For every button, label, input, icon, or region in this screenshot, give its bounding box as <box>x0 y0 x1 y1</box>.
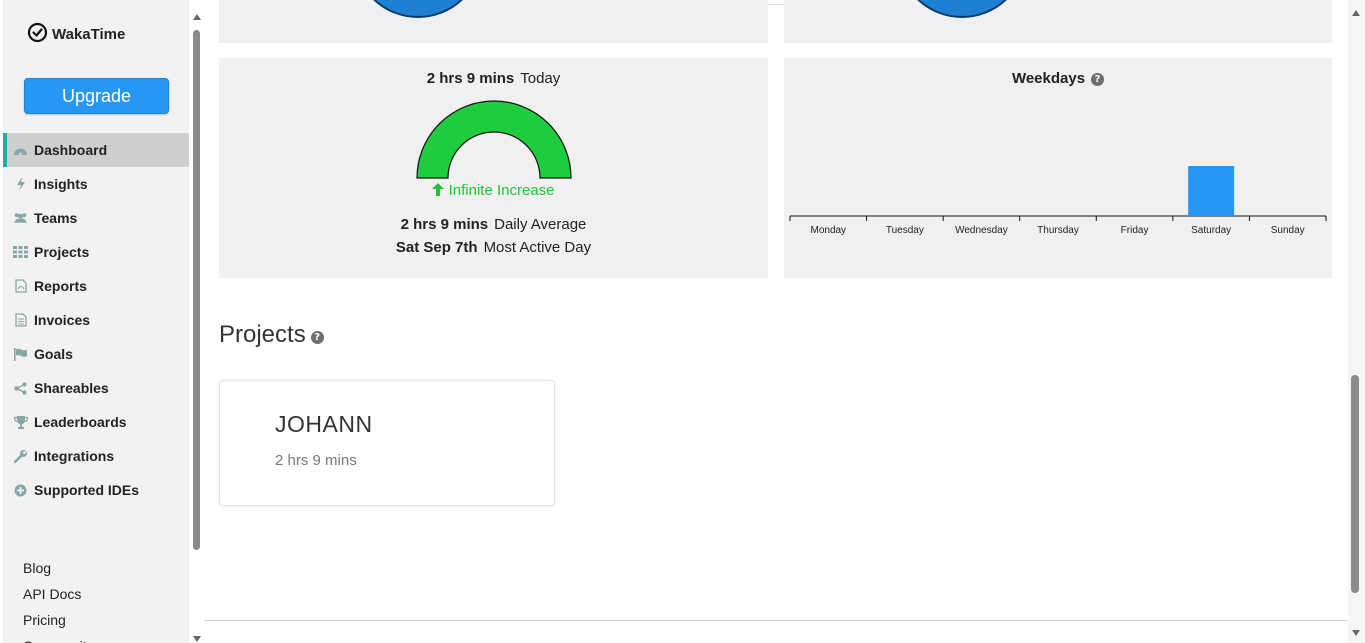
increase-indicator: Infinite Increase <box>219 182 768 199</box>
most-active-value: Sat Sep 7th <box>395 239 478 256</box>
page-scrollbar[interactable] <box>1348 0 1365 643</box>
sidebar-item-leaderboards[interactable]: Leaderboards <box>3 405 189 439</box>
gauge-arc <box>416 100 572 179</box>
sidebar-item-reports[interactable]: Reports <box>3 269 189 303</box>
app-logo[interactable]: WakaTime <box>27 22 125 47</box>
sidebar-item-label: Integrations <box>34 448 115 464</box>
blog-link[interactable]: Blog <box>23 555 94 581</box>
wakatime-logo-icon <box>27 22 48 47</box>
sidebar-item-label: Projects <box>34 244 90 260</box>
project-time: 2 hrs 9 mins <box>275 452 357 469</box>
sidebar-scrollbar-thumb[interactable] <box>193 30 200 550</box>
daily-average-label: Daily Average <box>494 216 587 233</box>
page-scrollbar-thumb[interactable] <box>1351 375 1359 593</box>
daily-average-line: 2 hrs 9 mins Daily Average <box>219 216 768 233</box>
dashboard-icon <box>13 143 28 158</box>
sidebar-item-integrations[interactable]: Integrations <box>3 439 189 473</box>
sidebar: WakaTime Upgrade Dashboard Insights Team… <box>0 0 189 643</box>
x-tick-label-thursday: Thursday <box>1037 225 1079 236</box>
most-active-label: Most Active Day <box>483 239 592 256</box>
sidebar-item-label: Insights <box>34 176 88 192</box>
project-card[interactable]: JOHANN 2 hrs 9 mins <box>219 380 555 506</box>
flag-icon <box>13 347 28 362</box>
today-label: Today <box>520 70 561 87</box>
x-tick-label-friday: Friday <box>1121 225 1149 236</box>
pie-chart-partial <box>353 0 483 18</box>
plus-circle-icon <box>13 483 28 498</box>
sidebar-item-supported-ides[interactable]: Supported IDEs <box>3 473 189 507</box>
arrow-up-icon <box>432 183 445 196</box>
top-right-chart-card <box>784 0 1332 43</box>
footer-divider <box>204 620 1348 621</box>
sidebar-item-teams[interactable]: Teams <box>3 201 189 235</box>
pie-chart-partial <box>897 0 1027 18</box>
today-value: 2 hrs 9 mins <box>426 70 515 87</box>
sidebar-item-goals[interactable]: Goals <box>3 337 189 371</box>
sidebar-item-dashboard[interactable]: Dashboard <box>3 133 189 167</box>
bolt-icon <box>13 177 28 192</box>
sidebar-item-projects[interactable]: Projects <box>3 235 189 269</box>
sidebar-item-shareables[interactable]: Shareables <box>3 371 189 405</box>
pricing-link[interactable]: Pricing <box>23 607 94 633</box>
sidebar-item-label: Goals <box>34 346 73 362</box>
increase-text: Infinite Increase <box>448 182 555 199</box>
share-icon <box>13 381 28 396</box>
sidebar-item-insights[interactable]: Insights <box>3 167 189 201</box>
weekdays-bar-chart: Monday Tuesday Wednesday Thursday Friday Satu… <box>789 166 1327 236</box>
sidebar-item-label: Invoices <box>34 312 91 328</box>
pdf-file-icon <box>13 279 28 294</box>
sidebar-item-label: Reports <box>34 278 87 294</box>
x-tick-label-tuesday: Tuesday <box>886 225 924 236</box>
x-tick-label-monday: Monday <box>810 225 846 236</box>
x-tick-label-sunday: Sunday <box>1271 225 1305 236</box>
most-active-line: Sat Sep 7th Most Active Day <box>219 239 768 256</box>
today-gauge <box>416 100 572 179</box>
daily-average-value: 2 hrs 9 mins <box>400 216 489 233</box>
grid-icon <box>13 245 28 260</box>
api-docs-link[interactable]: API Docs <box>23 581 94 607</box>
wrench-icon <box>13 449 28 464</box>
sidebar-item-invoices[interactable]: Invoices <box>3 303 189 337</box>
sidebar-item-label: Shareables <box>34 380 109 396</box>
sidebar-scrollbar[interactable] <box>189 0 204 643</box>
scroll-up-arrow-icon[interactable] <box>1352 10 1360 16</box>
sidebar-nav: Dashboard Insights Teams Projects Report… <box>3 133 189 507</box>
question-circle-icon[interactable]: ? <box>310 331 324 344</box>
x-tick-label-wednesday: Wednesday <box>955 225 1008 236</box>
today-summary-card: 2 hrs 9 mins Today Infinite Increase 2 hr… <box>219 58 768 278</box>
community-link[interactable]: Community <box>23 633 94 643</box>
sidebar-item-label: Dashboard <box>34 142 108 158</box>
scroll-up-arrow-icon[interactable] <box>193 14 201 20</box>
users-icon <box>13 211 28 226</box>
upgrade-button[interactable]: Upgrade <box>24 78 169 114</box>
sidebar-footer-links: Blog API Docs Pricing Community <box>23 555 94 643</box>
projects-title-text: Projects <box>219 321 306 348</box>
projects-section-title: Projects? <box>219 321 324 349</box>
file-text-icon <box>13 313 28 328</box>
project-name[interactable]: JOHANN <box>275 411 373 438</box>
top-left-chart-card <box>219 0 768 43</box>
weekdays-card: Weekdays? Monday Tuesday Wednesday Thursday… <box>784 58 1332 278</box>
today-line: 2 hrs 9 mins Today <box>219 70 768 87</box>
sidebar-item-label: Leaderboards <box>34 414 127 430</box>
scroll-down-arrow-icon[interactable] <box>1352 630 1360 636</box>
trophy-icon <box>13 415 28 430</box>
sidebar-item-label: Supported IDEs <box>34 482 140 498</box>
sidebar-item-label: Teams <box>34 210 78 226</box>
x-tick-label-saturday: Saturday <box>1191 225 1231 236</box>
scroll-down-arrow-icon[interactable] <box>193 636 201 642</box>
weekday-bar-saturday[interactable] <box>1188 166 1235 216</box>
app-name: WakaTime <box>52 26 126 43</box>
